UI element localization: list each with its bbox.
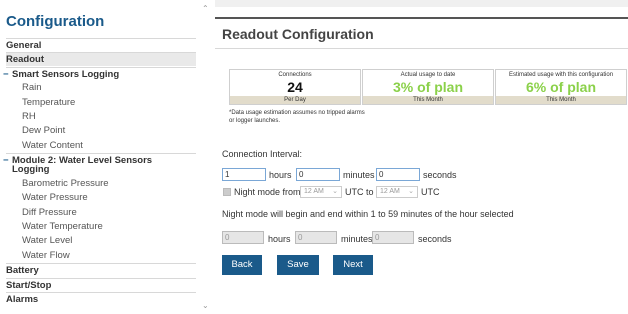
night-hours-input[interactable]: [222, 231, 264, 244]
next-button[interactable]: Next: [333, 255, 373, 275]
sidebar-item-general[interactable]: General: [6, 38, 196, 52]
sidebar-item-water-flow[interactable]: Water Flow: [6, 249, 196, 263]
sidebar-item-water-pressure[interactable]: Water Pressure: [6, 191, 196, 205]
card-value: 24: [287, 79, 303, 95]
card-value: 6% of plan: [525, 79, 596, 95]
connection-interval-label: Connection Interval:: [222, 149, 303, 159]
card-footer: This Month: [496, 96, 626, 104]
sidebar-item-temperature[interactable]: Temperature: [6, 96, 196, 110]
sidebar-item-rh[interactable]: RH: [6, 110, 196, 124]
night-mode-label: Night mode from: [234, 187, 301, 197]
chevron-down-icon: ⌄: [408, 188, 414, 195]
sidebar-item-water-level[interactable]: Water Level: [6, 234, 196, 248]
interval-seconds-input[interactable]: [376, 168, 420, 181]
sidebar-group-label: Smart Sensors Logging: [12, 69, 120, 80]
header-rule: [215, 17, 628, 19]
chevron-down-icon[interactable]: ⌄: [202, 301, 209, 310]
minutes-label: minutes: [343, 170, 375, 180]
sidebar-item-battery[interactable]: Battery: [6, 263, 196, 277]
night-mode-info: Night mode will begin and end within 1 t…: [222, 209, 514, 219]
sidebar-item-water-content[interactable]: Water Content: [6, 139, 196, 153]
seconds-label: seconds: [423, 170, 457, 180]
sidebar-item-dew-point[interactable]: Dew Point: [6, 124, 196, 138]
connections-card: Connections 24 Per Day: [229, 69, 361, 105]
sidebar-item-alarms[interactable]: Alarms: [6, 292, 196, 306]
page-title: Readout Configuration: [222, 26, 374, 42]
back-button[interactable]: Back: [222, 255, 262, 275]
usage-note: *Data usage estimation assumes no trippe…: [229, 110, 365, 124]
chevron-down-icon: ⌄: [332, 188, 338, 195]
night-seconds-input[interactable]: [372, 231, 414, 244]
night-mode-to-select[interactable]: 12 AM ⌄: [376, 186, 418, 198]
sidebar-item-barometric-pressure[interactable]: Barometric Pressure: [6, 177, 196, 191]
card-value: 3% of plan: [392, 79, 463, 95]
hours-label: hours: [268, 234, 291, 244]
collapse-icon: −: [3, 69, 9, 80]
utc-label: UTC: [421, 187, 440, 197]
card-caption: Connections: [278, 72, 312, 78]
actual-usage-card: Actual usage to date 3% of plan This Mon…: [362, 69, 494, 105]
card-footer: This Month: [363, 96, 493, 104]
night-minutes-input[interactable]: [295, 231, 337, 244]
night-mode-checkbox[interactable]: [223, 188, 231, 196]
select-value: 12 AM: [380, 188, 400, 195]
interval-hours-input[interactable]: [222, 168, 266, 181]
sidebar-group-label-continued[interactable]: Logging: [6, 163, 196, 177]
night-mode-from-select[interactable]: 12 AM ⌄: [300, 186, 342, 198]
sidebar-item-readout[interactable]: Readout: [6, 52, 196, 66]
card-caption: Actual usage to date: [400, 72, 456, 78]
interval-minutes-input[interactable]: [296, 168, 340, 181]
card-caption: Estimated usage with this configuration: [508, 72, 614, 78]
sidebar-item-diff-pressure[interactable]: Diff Pressure: [6, 206, 196, 220]
top-bar: [215, 0, 628, 7]
select-value: 12 AM: [304, 188, 324, 195]
utc-to-label: UTC to: [345, 187, 374, 197]
chevron-up-icon[interactable]: ⌃: [202, 4, 209, 13]
seconds-label: seconds: [418, 234, 452, 244]
sidebar-title: Configuration: [6, 13, 105, 30]
sidebar-scrollbar[interactable]: ⌃ ⌄: [200, 0, 211, 314]
sidebar-item-rain[interactable]: Rain: [6, 81, 196, 95]
card-footer: Per Day: [230, 96, 360, 104]
estimated-usage-card: Estimated usage with this configuration …: [495, 69, 627, 105]
minutes-label: minutes: [341, 234, 373, 244]
sidebar: Configuration General Readout − Smart Sen…: [0, 0, 200, 314]
sidebar-group-smart-sensors[interactable]: − Smart Sensors Logging: [3, 67, 196, 81]
sidebar-item-start-stop[interactable]: Start/Stop: [6, 278, 196, 292]
hours-label: hours: [269, 170, 292, 180]
save-button[interactable]: Save: [277, 255, 319, 275]
title-divider: [215, 48, 628, 49]
sidebar-item-water-temperature[interactable]: Water Temperature: [6, 220, 196, 234]
